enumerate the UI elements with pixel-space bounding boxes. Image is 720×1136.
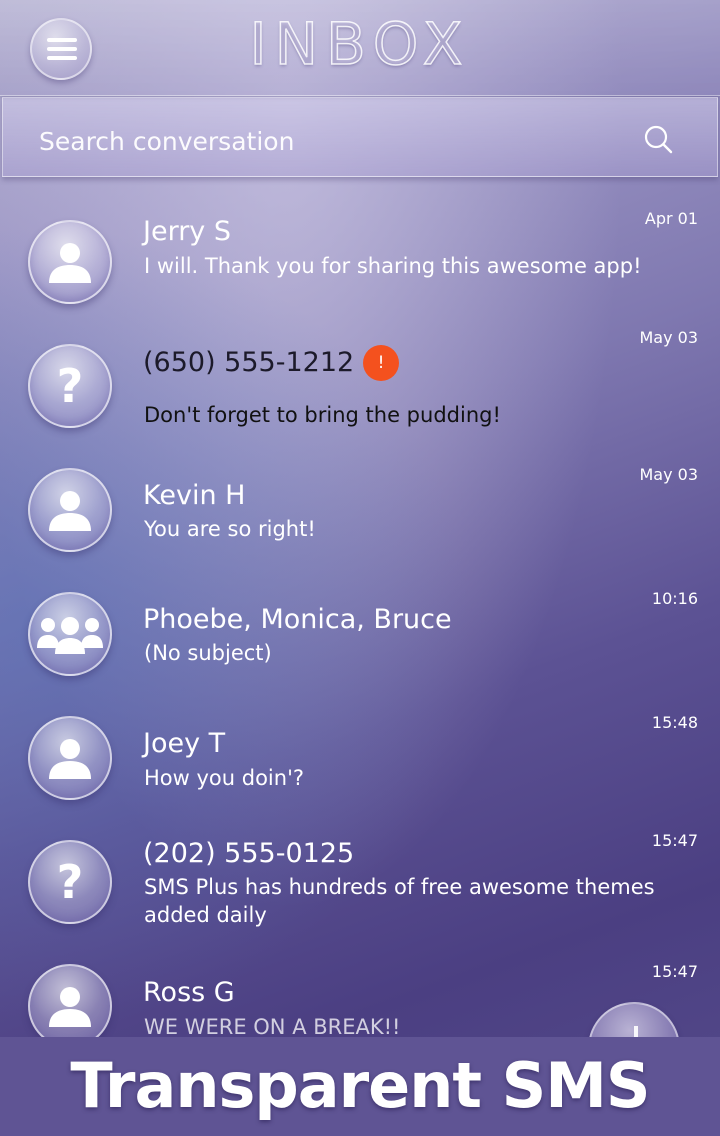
person-icon (49, 491, 91, 531)
message-time: May 03 (639, 328, 698, 347)
contact-name: Jerry S (143, 216, 232, 247)
message-time: 10:16 (651, 589, 698, 608)
page-title: INBOX (249, 9, 471, 79)
message-time: 15:48 (651, 713, 698, 732)
message-preview: How you doin'? (144, 766, 304, 790)
search-bar (2, 97, 718, 177)
conversation-item[interactable]: ? (202) 555-0125 SMS Plus has hundreds o… (0, 816, 720, 940)
unread-alert-badge: ! (363, 345, 399, 381)
message-preview: Don't forget to bring the pudding! (144, 403, 501, 427)
conversation-item[interactable]: Phoebe, Monica, Bruce (No subject) 10:16 (0, 568, 720, 692)
group-icon (37, 617, 103, 654)
contact-avatar (28, 716, 112, 800)
contact-avatar (28, 220, 112, 304)
contact-name: Kevin H (143, 480, 246, 511)
top-app-bar: INBOX (0, 0, 720, 96)
contact-avatar (28, 468, 112, 552)
promo-banner: Transparent SMS (0, 1037, 720, 1136)
search-icon[interactable] (643, 124, 673, 154)
contact-avatar: ? (28, 344, 112, 428)
message-preview: (No subject) (144, 641, 272, 665)
contact-name: Ross G (143, 977, 235, 1008)
contact-avatar (28, 964, 112, 1048)
message-preview: You are so right! (144, 517, 316, 541)
conversation-item[interactable]: Kevin H You are so right! May 03 (0, 444, 720, 568)
unknown-contact-icon: ? (56, 855, 84, 909)
message-preview: I will. Thank you for sharing this aweso… (144, 254, 642, 278)
person-icon (49, 987, 91, 1027)
contact-avatar (28, 592, 112, 676)
search-input[interactable] (39, 124, 619, 158)
banner-text: Transparent SMS (70, 1049, 650, 1122)
message-time: Apr 01 (644, 209, 698, 228)
conversation-item[interactable]: Jerry S I will. Thank you for sharing th… (0, 196, 720, 320)
message-time: 15:47 (651, 831, 698, 850)
message-time: May 03 (639, 465, 698, 484)
contact-name: (650) 555-1212 (143, 347, 355, 378)
contact-name: Joey T (143, 728, 226, 759)
message-preview: SMS Plus has hundreds of free awesome th… (144, 875, 655, 927)
person-icon (49, 739, 91, 779)
conversation-item[interactable]: ? (650) 555-1212 ! Don't forget to bring… (0, 320, 720, 444)
contact-avatar: ? (28, 840, 112, 924)
message-time: 15:47 (651, 962, 698, 981)
contact-name: Phoebe, Monica, Bruce (143, 604, 452, 635)
contact-name: (202) 555-0125 (143, 838, 355, 869)
person-icon (49, 243, 91, 283)
unknown-contact-icon: ? (56, 359, 84, 413)
conversation-item[interactable]: Joey T How you doin'? 15:48 (0, 692, 720, 816)
